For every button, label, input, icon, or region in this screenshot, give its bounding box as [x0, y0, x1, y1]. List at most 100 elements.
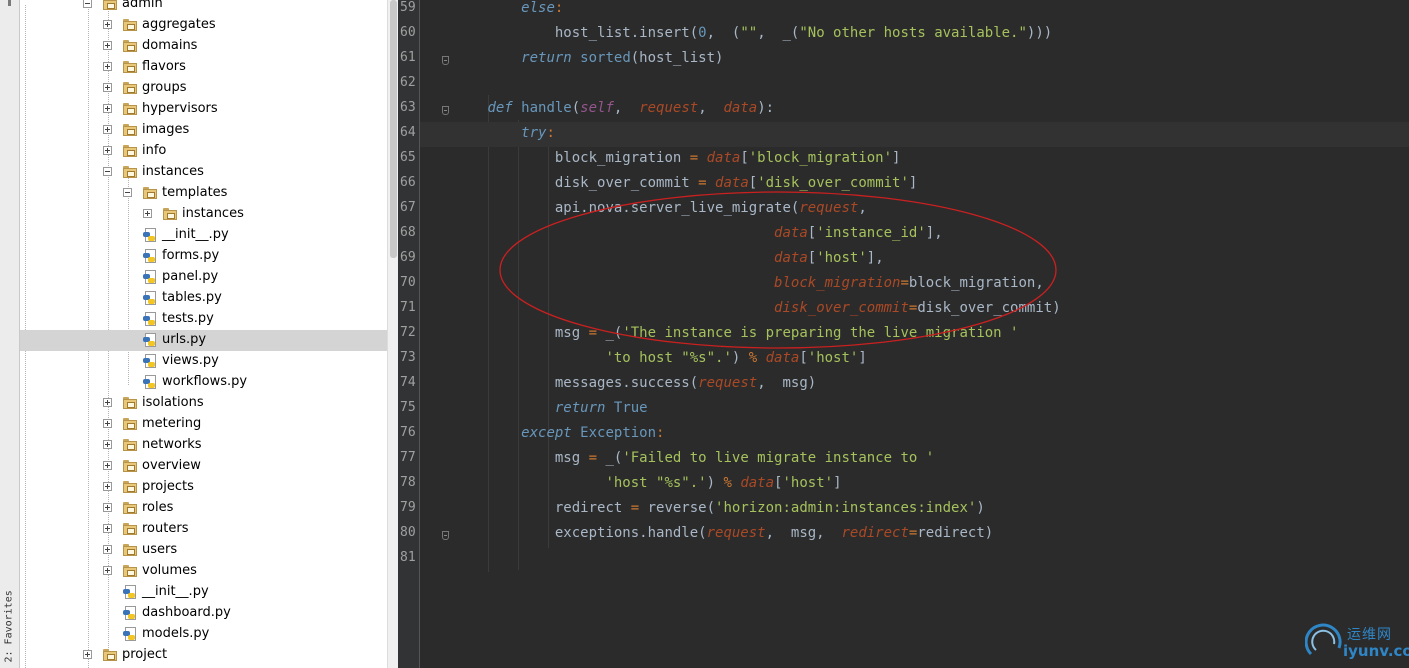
tree-folder-row[interactable]: hypervisors [20, 99, 387, 120]
tree-item-label: users [142, 542, 178, 557]
tree-file-row[interactable]: workflows.py [20, 372, 387, 393]
tree-folder-row[interactable]: admin [20, 0, 387, 15]
tree-file-row[interactable]: tables.py [20, 288, 387, 309]
tree-folder-row[interactable]: roles [20, 498, 387, 519]
code-token: , [613, 100, 640, 116]
code-token: ) [976, 500, 985, 516]
tree-folder-row[interactable]: templates [20, 183, 387, 204]
tree-folder-row[interactable]: domains [20, 36, 387, 57]
tree-item-label: isolations [142, 395, 204, 410]
expand-icon[interactable] [103, 566, 112, 575]
expand-icon[interactable] [103, 83, 112, 92]
code-token: data [765, 350, 800, 366]
expand-icon[interactable] [103, 146, 112, 155]
tree-folder-row[interactable]: projects [20, 477, 387, 498]
tree-file-row[interactable]: forms.py [20, 246, 387, 267]
code-token: : [656, 425, 665, 441]
tree-item-label: roles [142, 500, 174, 515]
expand-icon[interactable] [103, 41, 112, 50]
expand-icon[interactable] [103, 419, 112, 428]
code-line[interactable]: 75 return True [400, 397, 1409, 422]
code-line[interactable]: 77 msg = _('Failed to live migrate instan… [400, 447, 1409, 472]
tree-file-row[interactable]: __init__.py [20, 225, 387, 246]
tree-folder-row[interactable]: flavors [20, 57, 387, 78]
code-line[interactable]: 74 messages.success(request, msg) [400, 372, 1409, 397]
tree-item-label: forms.py [162, 248, 220, 263]
expand-icon[interactable] [83, 650, 92, 659]
tree-file-row[interactable]: dashboard.py [20, 603, 387, 624]
code-token: request [698, 375, 758, 391]
collapse-icon[interactable] [103, 167, 112, 176]
favorites-tab[interactable]: 2: Favorites [2, 584, 16, 664]
watermark-url: iyunv.com [1343, 642, 1409, 660]
expand-icon[interactable] [103, 125, 112, 134]
tree-folder-row[interactable]: aggregates [20, 15, 387, 36]
expand-icon[interactable] [143, 209, 152, 218]
tree-file-row[interactable]: __init__.py [20, 582, 387, 603]
code-line[interactable]: 63 def handle(self, request, data): [400, 97, 1409, 122]
expand-icon[interactable] [103, 104, 112, 113]
folder-icon [103, 649, 117, 661]
code-token: = [689, 150, 707, 166]
tree-folder-row[interactable]: networks [20, 435, 387, 456]
expand-icon[interactable] [103, 20, 112, 29]
code-line[interactable]: 59 else: [400, 0, 1409, 22]
expand-icon[interactable] [103, 545, 112, 554]
tree-file-row[interactable]: tests.py [20, 309, 387, 330]
tree-file-row[interactable]: views.py [20, 351, 387, 372]
collapse-icon[interactable] [123, 188, 132, 197]
code-line[interactable]: 61 return sorted(host_list) [400, 47, 1409, 72]
line-number: 73 [400, 350, 416, 365]
folder-icon [123, 502, 137, 514]
project-tree[interactable]: admin aggregates domains flavors groups hyper… [20, 0, 387, 668]
code-line[interactable]: 76 except Exception: [400, 422, 1409, 447]
expand-icon[interactable] [103, 482, 112, 491]
code-line[interactable]: 78 'host "%s".') % data['host'] [400, 472, 1409, 497]
tree-folder-row[interactable]: isolations [20, 393, 387, 414]
tree-folder-row[interactable]: volumes [20, 561, 387, 582]
tree-folder-row[interactable]: instances [20, 204, 387, 225]
tree-file-row[interactable]: panel.py [20, 267, 387, 288]
python-file-icon [123, 627, 137, 642]
tree-folder-row[interactable]: instances [20, 162, 387, 183]
expand-icon[interactable] [103, 461, 112, 470]
tree-folder-row[interactable]: metering [20, 414, 387, 435]
code-line[interactable]: 80 exceptions.handle(request, msg, redire… [400, 522, 1409, 547]
code-line[interactable]: 79 redirect = reverse('horizon:admin:inst… [400, 497, 1409, 522]
tree-folder-row[interactable]: info [20, 141, 387, 162]
code-token: return [554, 400, 614, 416]
tree-item-label: __init__.py [162, 227, 229, 242]
tree-file-row[interactable]: urls.py [20, 330, 387, 351]
tree-folder-row[interactable]: groups [20, 78, 387, 99]
code-token: redirect [554, 500, 631, 516]
expand-icon[interactable] [103, 62, 112, 71]
tree-folder-row[interactable]: images [20, 120, 387, 141]
folder-icon [103, 0, 117, 10]
code-line[interactable]: 65 block_migration = data['block_migratio… [400, 147, 1409, 172]
tree-folder-row[interactable]: users [20, 540, 387, 561]
tree-file-row[interactable]: models.py [20, 624, 387, 645]
code-text: exceptions.handle(request, msg, redirect… [555, 525, 993, 541]
collapse-icon[interactable] [83, 0, 92, 8]
code-token: 'host' [782, 475, 834, 491]
tree-scrollbar-thumb[interactable] [390, 0, 397, 258]
expand-icon[interactable] [103, 440, 112, 449]
code-line[interactable]: 81 [400, 547, 1409, 572]
code-token: ] [908, 175, 918, 191]
tree-folder-row[interactable]: project [20, 645, 387, 666]
line-number: 75 [400, 400, 416, 415]
code-line[interactable]: 62 [400, 72, 1409, 97]
code-token: try [521, 125, 547, 141]
tree-folder-row[interactable]: overview [20, 456, 387, 477]
line-number: 77 [400, 450, 416, 465]
code-line[interactable]: 73 'to host "%s".') % data['host'] [400, 347, 1409, 372]
code-line[interactable]: 60 host_list.insert(0, ("", _("No other h… [400, 22, 1409, 47]
code-line[interactable]: 64 try: [400, 122, 1409, 147]
expand-icon[interactable] [103, 503, 112, 512]
tree-folder-row[interactable]: routers [20, 519, 387, 540]
line-number: 61 [400, 50, 416, 65]
expand-icon[interactable] [103, 524, 112, 533]
expand-icon[interactable] [103, 398, 112, 407]
python-file-icon [123, 606, 137, 621]
tree-scrollbar[interactable] [387, 0, 398, 668]
